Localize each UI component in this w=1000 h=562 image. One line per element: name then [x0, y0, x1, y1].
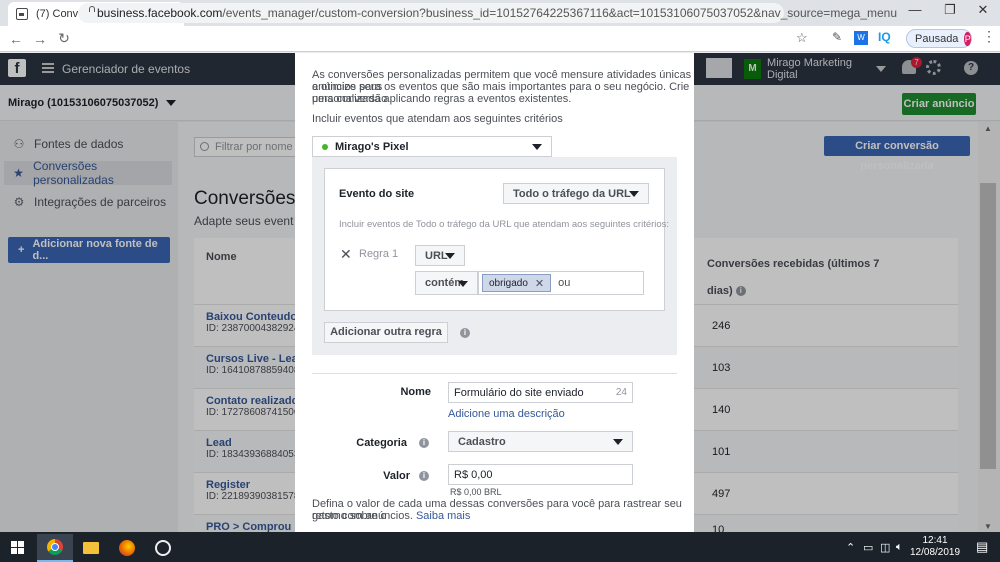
browser-menu-icon[interactable]: ⋮ — [982, 28, 996, 45]
volume-icon[interactable]: 🔈︎ — [896, 541, 903, 554]
network-icon[interactable]: ◫ — [880, 541, 890, 554]
star-bookmark-icon[interactable]: ☆ — [796, 30, 808, 46]
chrome-icon — [47, 539, 63, 555]
name-field-value: Formulário do site enviado — [454, 386, 584, 399]
eyedropper-icon[interactable]: ✎ — [832, 30, 842, 44]
value-field[interactable]: R$ 0,00 — [448, 464, 633, 485]
criteria-text: Incluir eventos de Todo o tráfego da URL… — [339, 219, 670, 230]
divider — [312, 373, 677, 374]
value-currency-note: R$ 0,00 BRL — [450, 487, 502, 497]
value-help-line2: gasto com anúncios. Saiba mais — [312, 510, 470, 522]
custom-conversion-dialog: As conversões personalizadas permitem qu… — [295, 53, 694, 532]
taskbar-clock[interactable]: 12:41 12/08/2019 — [910, 535, 960, 559]
or-label: ou — [558, 277, 571, 289]
back-icon[interactable]: ← — [4, 31, 28, 47]
clock-date: 12/08/2019 — [910, 547, 961, 558]
folder-icon — [83, 542, 99, 554]
rule-label: Regra 1 — [359, 248, 399, 260]
chevron-down-icon — [613, 439, 623, 445]
profile-button[interactable]: Pausada P — [906, 29, 972, 48]
forward-icon[interactable]: → — [28, 31, 52, 47]
info-icon[interactable]: i — [419, 471, 429, 481]
browser-toolbar: ← → ↻ — [0, 26, 1000, 52]
event-value: Todo o tráfego da URL — [513, 187, 631, 200]
rule-value-input[interactable]: obrigado ✕ ou — [478, 271, 644, 295]
firefox-icon — [119, 540, 135, 556]
profile-label: Pausada — [915, 32, 959, 45]
info-icon[interactable]: i — [460, 328, 470, 338]
taskbar-chrome[interactable] — [37, 534, 73, 562]
category-value: Cadastro — [458, 435, 506, 448]
avatar: P — [964, 31, 971, 46]
battery-icon[interactable]: ▭ — [863, 541, 873, 554]
reload-icon[interactable]: ↻ — [52, 30, 76, 47]
event-selector[interactable]: Todo o tráfego da URL — [503, 183, 649, 204]
value-label: Valor — [383, 470, 410, 482]
dialog-intro-line3: personalizada aplicando regras a eventos… — [312, 93, 572, 105]
clock-time: 12:41 — [922, 535, 948, 546]
chip-label: obrigado — [489, 277, 528, 289]
address-bar[interactable]: business.facebook.com/events_manager/cus… — [78, 3, 897, 23]
status-dot-icon — [322, 143, 328, 150]
rule-operator-selector[interactable]: contém — [415, 271, 478, 295]
pixel-name: Mirago's Pixel — [335, 140, 409, 153]
chevron-down-icon — [445, 253, 455, 259]
pixel-selector[interactable]: Mirago's Pixel — [312, 136, 552, 157]
rule-value-chip: obrigado ✕ — [482, 274, 552, 292]
add-description-link[interactable]: Adicione uma descrição — [448, 408, 565, 420]
taskbar-firefox[interactable] — [109, 534, 145, 562]
chevron-down-icon — [458, 281, 468, 287]
tray-chevron-up-icon[interactable]: ⌃ — [846, 541, 855, 554]
value-field-value: R$ 0,00 — [454, 468, 493, 481]
value-help-text: gasto com anúncios. — [312, 510, 413, 522]
rule-field-selector[interactable]: URL — [415, 245, 465, 266]
taskbar-app[interactable] — [145, 534, 181, 562]
name-label: Nome — [400, 386, 431, 398]
add-rule-button[interactable]: Adicionar outra regra — [324, 322, 448, 343]
category-selector[interactable]: Cadastro — [448, 431, 633, 452]
url-text: business.facebook.com/events_manager/cus… — [97, 6, 898, 20]
info-icon[interactable]: i — [419, 438, 429, 448]
char-counter: 24 — [615, 387, 627, 398]
include-events-label: Incluir eventos que atendam aos seguinte… — [312, 113, 563, 125]
window-close-icon[interactable]: ✕ — [968, 2, 998, 18]
chevron-down-icon — [629, 191, 639, 197]
chevron-down-icon — [532, 144, 542, 150]
category-label: Categoria — [356, 437, 407, 449]
maximize-icon[interactable]: ❐ — [935, 2, 965, 18]
learn-more-link[interactable]: Saiba mais — [416, 510, 470, 522]
iq-extension-icon[interactable]: IQ — [878, 30, 891, 44]
name-field[interactable]: Formulário do site enviado 24 — [448, 382, 633, 403]
app-icon — [155, 540, 171, 556]
extension-icon[interactable]: W — [854, 31, 868, 45]
calendar-favicon-icon — [16, 8, 28, 20]
taskbar-file-explorer[interactable] — [73, 534, 109, 562]
remove-chip-icon[interactable]: ✕ — [535, 277, 544, 290]
event-label: Evento do site — [339, 188, 415, 200]
minimize-icon[interactable]: — — [900, 2, 930, 17]
action-center-icon[interactable]: ▤ — [976, 539, 988, 555]
remove-rule-icon[interactable]: ✕ — [340, 246, 352, 263]
windows-start-icon[interactable] — [11, 541, 24, 554]
